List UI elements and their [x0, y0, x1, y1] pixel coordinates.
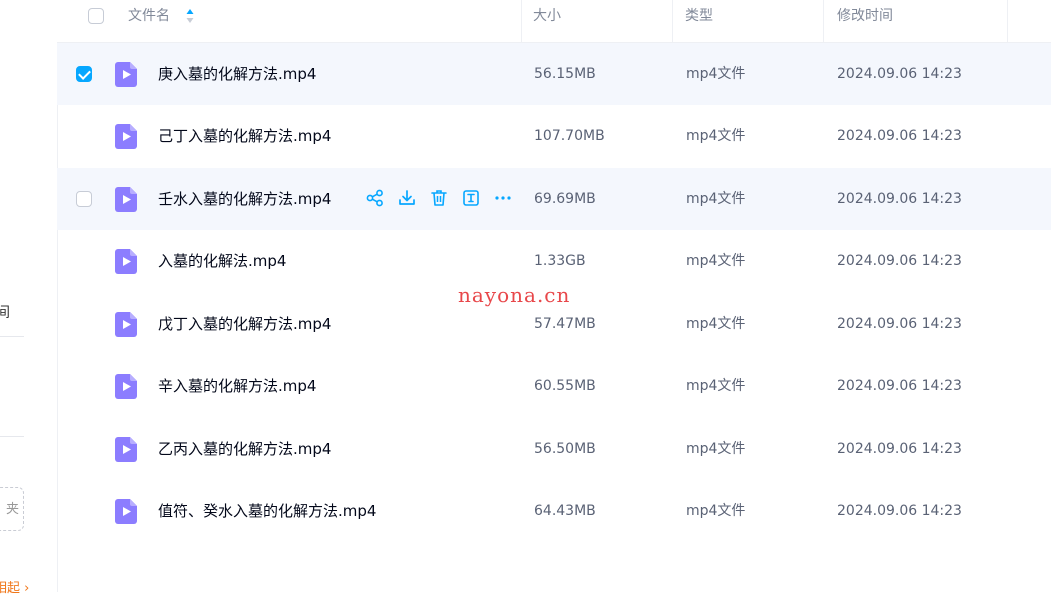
- file-type: mp4文件: [686, 378, 746, 394]
- promo-link[interactable]: 相起 ›: [0, 577, 29, 596]
- file-modified-time: 2024.09.06 14:23: [837, 441, 962, 457]
- column-divider: [672, 0, 673, 42]
- file-row[interactable]: 庚入墓的化解方法.mp4 56.15MB mp4文件 2024.09.06 14:23: [57, 43, 1051, 105]
- file-size: 64.43MB: [534, 503, 596, 519]
- file-type: mp4文件: [686, 66, 746, 82]
- file-modified-time: 2024.09.06 14:23: [837, 191, 962, 207]
- file-list-header: 文件名 大小 类型 修改时间: [57, 0, 1051, 43]
- watermark: nayona.cn: [458, 283, 571, 307]
- file-row[interactable]: 己丁入墓的化解方法.mp4 107.70MB mp4文件 2024.09.06 14:…: [57, 105, 1051, 167]
- file-name[interactable]: 壬水入墓的化解方法.mp4: [158, 168, 331, 230]
- divider: [0, 336, 24, 337]
- file-type: mp4文件: [686, 253, 746, 269]
- share-icon[interactable]: [365, 188, 385, 208]
- column-header-type[interactable]: 类型: [685, 0, 713, 42]
- file-name[interactable]: 庚入墓的化解方法.mp4: [158, 43, 316, 105]
- video-file-icon: [115, 124, 137, 149]
- new-folder-button[interactable]: 夹: [0, 487, 24, 531]
- file-type: mp4文件: [686, 441, 746, 457]
- column-divider: [1007, 0, 1008, 42]
- file-modified-time: 2024.09.06 14:23: [837, 66, 962, 82]
- file-size: 107.70MB: [534, 128, 605, 144]
- download-icon[interactable]: [397, 188, 417, 208]
- rename-icon[interactable]: [461, 188, 481, 208]
- file-row[interactable]: 值符、癸水入墓的化解方法.mp4 64.43MB mp4文件 2024.09.06 1…: [57, 480, 1051, 542]
- file-name[interactable]: 值符、癸水入墓的化解方法.mp4: [158, 480, 376, 542]
- video-file-icon: [115, 249, 137, 274]
- sort-icon[interactable]: [186, 8, 194, 24]
- video-file-icon: [115, 437, 137, 462]
- file-modified-time: 2024.09.06 14:23: [837, 316, 962, 332]
- file-row[interactable]: 辛入墓的化解方法.mp4 60.55MB mp4文件 2024.09.06 14:23: [57, 355, 1051, 417]
- video-file-icon: [115, 62, 137, 87]
- file-size: 60.55MB: [534, 378, 596, 394]
- column-divider: [521, 0, 522, 42]
- file-type: mp4文件: [686, 316, 746, 332]
- column-header-time[interactable]: 修改时间: [837, 0, 893, 42]
- file-name[interactable]: 乙丙入墓的化解方法.mp4: [158, 418, 331, 480]
- video-file-icon: [115, 499, 137, 524]
- row-actions: [365, 188, 513, 208]
- file-type: mp4文件: [686, 503, 746, 519]
- file-modified-time: 2024.09.06 14:23: [837, 253, 962, 269]
- file-modified-time: 2024.09.06 14:23: [837, 128, 962, 144]
- row-checkbox[interactable]: [76, 66, 92, 82]
- column-divider: [823, 0, 824, 42]
- file-row[interactable]: 壬水入墓的化解方法.mp4 69.69MB mp4文件 2024.09.06 14:2…: [57, 168, 1051, 230]
- file-name[interactable]: 辛入墓的化解方法.mp4: [158, 355, 316, 417]
- file-size: 56.15MB: [534, 66, 596, 82]
- row-checkbox[interactable]: [76, 191, 92, 207]
- sidebar-item-label[interactable]: 间: [0, 302, 10, 322]
- column-header-size[interactable]: 大小: [533, 0, 561, 42]
- file-modified-time: 2024.09.06 14:23: [837, 378, 962, 394]
- video-file-icon: [115, 187, 137, 212]
- file-type: mp4文件: [686, 128, 746, 144]
- file-modified-time: 2024.09.06 14:23: [837, 503, 962, 519]
- file-type: mp4文件: [686, 191, 746, 207]
- column-header-name[interactable]: 文件名: [128, 0, 170, 42]
- sidebar: 间 夹 相起 ›: [0, 0, 58, 596]
- video-file-icon: [115, 374, 137, 399]
- file-size: 69.69MB: [534, 191, 596, 207]
- file-name[interactable]: 戊丁入墓的化解方法.mp4: [158, 293, 331, 355]
- divider: [0, 436, 24, 437]
- select-all-checkbox[interactable]: [88, 8, 104, 24]
- file-name[interactable]: 入墓的化解法.mp4: [158, 230, 286, 292]
- more-icon[interactable]: [493, 188, 513, 208]
- file-row[interactable]: 乙丙入墓的化解方法.mp4 56.50MB mp4文件 2024.09.06 14:2…: [57, 418, 1051, 480]
- file-size: 56.50MB: [534, 441, 596, 457]
- file-name[interactable]: 己丁入墓的化解方法.mp4: [158, 105, 331, 167]
- delete-icon[interactable]: [429, 188, 449, 208]
- video-file-icon: [115, 312, 137, 337]
